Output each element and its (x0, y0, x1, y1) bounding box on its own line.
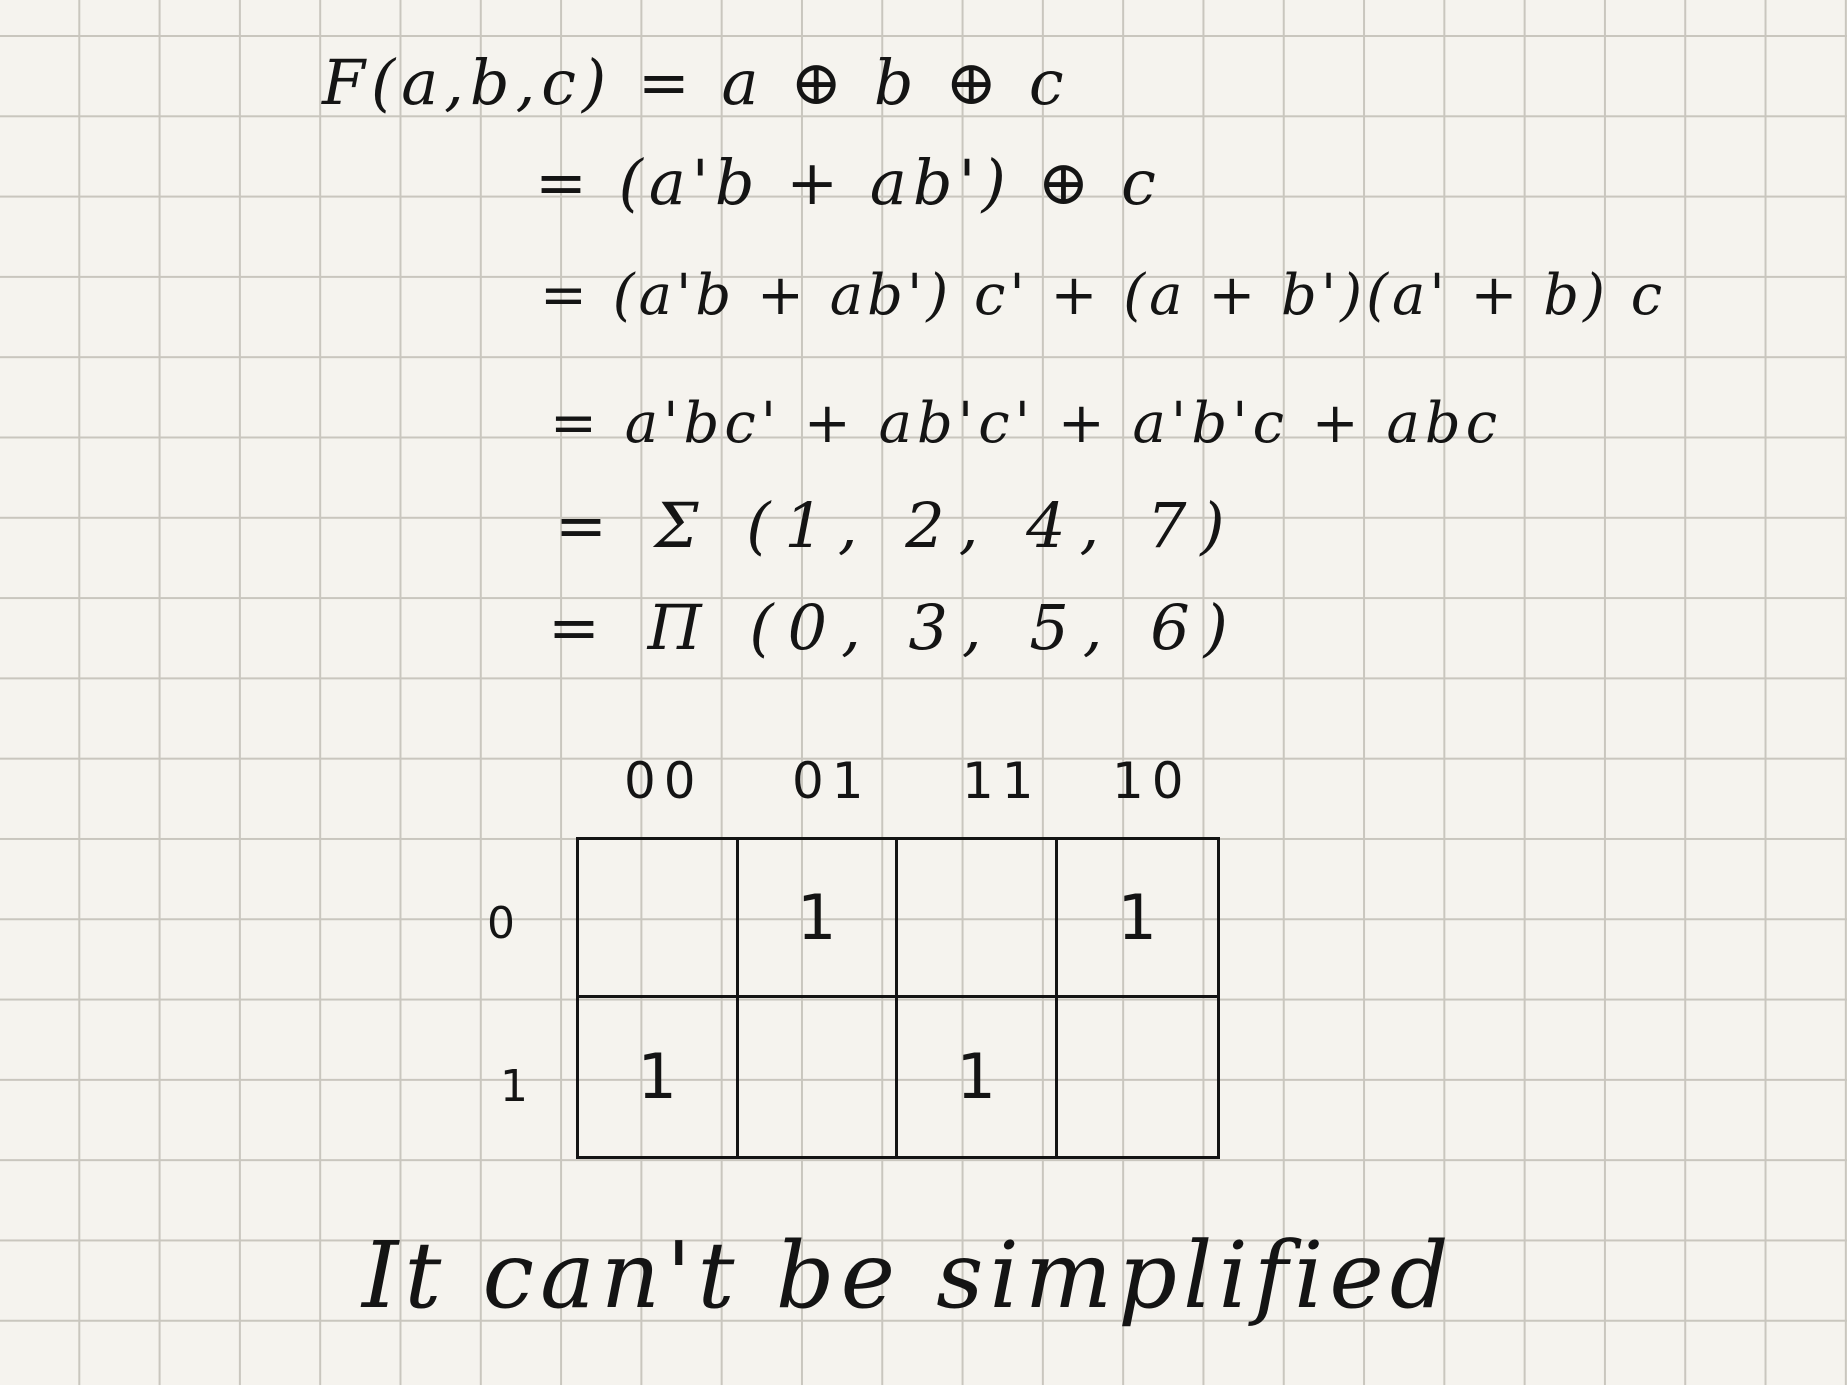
kmap-cell: 1 (579, 998, 739, 1156)
kmap-col-label-01: 01 (792, 752, 872, 810)
equation-line-2: = (a'b + ab') ⊕ c (535, 146, 1162, 219)
kmap-cell (579, 840, 739, 998)
kmap-col-label-11: 11 (962, 752, 1042, 810)
equation-line-1: F(a,b,c) = a ⊕ b ⊕ c (322, 46, 1070, 119)
karnaugh-map: 1 1 1 1 (576, 837, 1220, 1159)
kmap-col-label-10: 10 (1112, 752, 1192, 810)
kmap-col-label-00: 00 (624, 752, 704, 810)
kmap-cell-value: 1 (956, 1040, 996, 1113)
kmap-cell-value: 1 (637, 1040, 677, 1113)
equation-line-5: = Σ (1, 2, 4, 7) (555, 489, 1239, 562)
kmap-cell-value: 1 (1117, 880, 1157, 954)
conclusion-text: It can't be simplified (362, 1222, 1455, 1329)
kmap-cell (1058, 998, 1218, 1156)
graph-paper-page: F(a,b,c) = a ⊕ b ⊕ c = (a'b + ab') ⊕ c =… (0, 0, 1847, 1385)
kmap-row-label-1: 1 (500, 1061, 528, 1112)
kmap-cell: 1 (1057, 840, 1217, 998)
kmap-row-label-0: 0 (487, 898, 515, 949)
equation-line-4: = a'bc' + ab'c' + a'b'c + abc (550, 391, 1503, 456)
kmap-cell (898, 840, 1058, 998)
equation-line-6: = Π (0, 3, 5, 6) (548, 591, 1242, 664)
equation-line-3: = (a'b + ab') c' + (a + b')(a' + b) c (540, 263, 1667, 328)
kmap-cell-value: 1 (797, 880, 837, 954)
kmap-cell: 1 (898, 998, 1058, 1156)
kmap-cell (739, 998, 898, 1156)
kmap-cell: 1 (738, 840, 898, 998)
